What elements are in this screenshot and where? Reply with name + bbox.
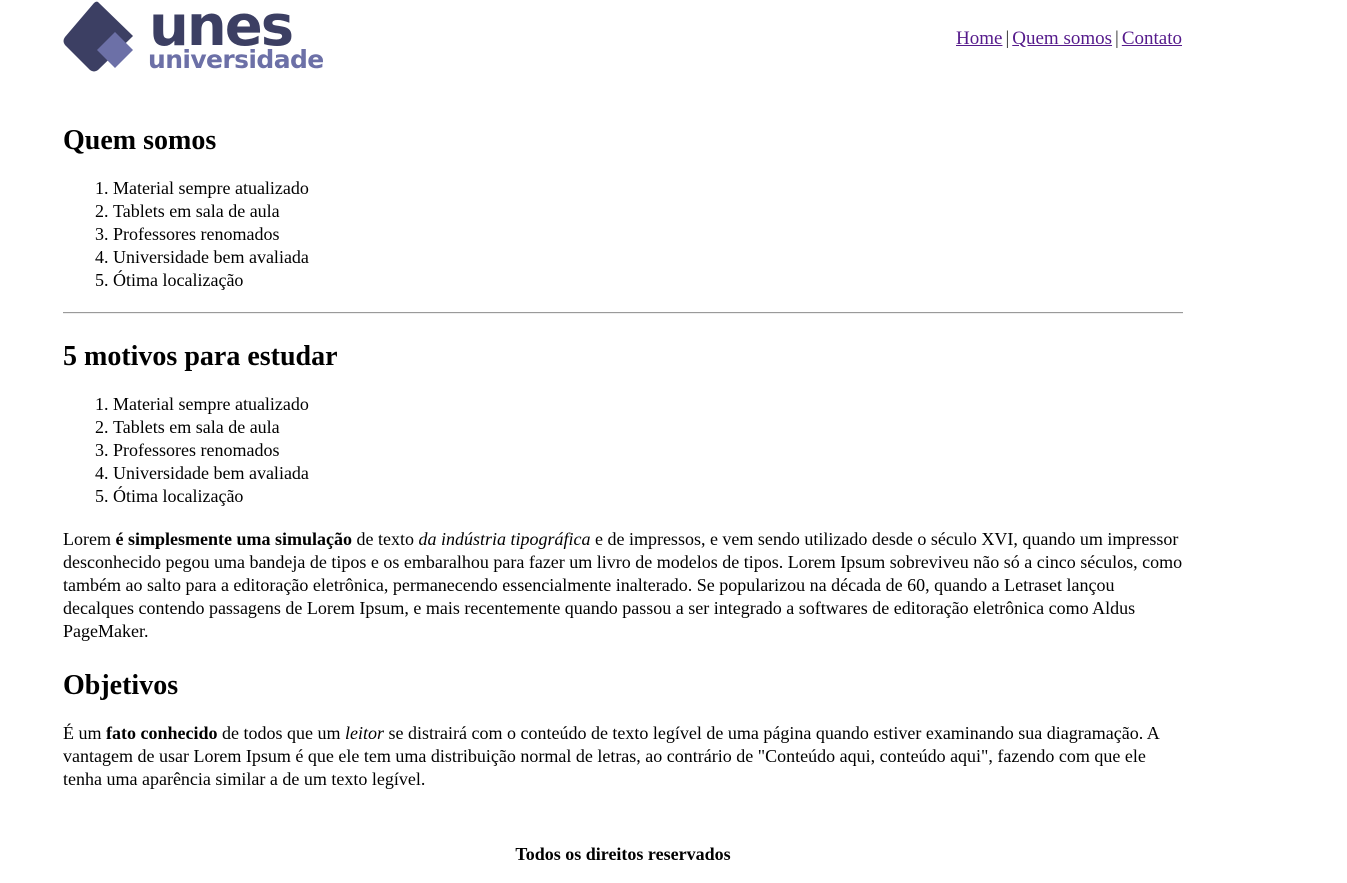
footer-copyright: Todos os direitos reservados: [515, 844, 731, 864]
paragraph-italic-text: da indústria tipográfica: [418, 529, 591, 549]
section-motivos: 5 motivos para estudar Material sempre a…: [63, 314, 1183, 643]
list-item: Tablets em sala de aula: [113, 416, 1183, 439]
paragraph-text: Lorem: [63, 529, 116, 549]
nav-link-quem-somos[interactable]: Quem somos: [1012, 28, 1112, 49]
paragraph-text: de texto: [351, 529, 419, 549]
logo-diamond-dark: [63, 1, 133, 72]
list-item: Professores renomados: [113, 223, 1183, 246]
page: unes universidade Home | Quem somos | Contat…: [63, 0, 1183, 866]
list-item: Universidade bem avaliada: [113, 246, 1183, 269]
nav-separator: |: [1005, 28, 1010, 49]
list-item: Tablets em sala de aula: [113, 200, 1183, 223]
section-quem-somos: Quem somos Material sempre atualizado Ta…: [63, 96, 1183, 292]
paragraph-bold-text: é simplesmente uma simulação: [115, 529, 352, 549]
list-item: Material sempre atualizado: [113, 177, 1183, 200]
nav-separator: |: [1115, 28, 1119, 49]
heading-quem-somos: Quem somos: [63, 125, 217, 156]
paragraph-text: É um: [63, 723, 106, 743]
list-item: Professores renomados: [113, 439, 1183, 462]
site-footer: Todos os direitos reservados: [63, 843, 1183, 866]
list-item: Ótima localização: [113, 269, 1183, 292]
list-item: Material sempre atualizado: [113, 393, 1183, 416]
heading-objetivos: Objetivos: [63, 670, 179, 701]
nav-link-home[interactable]: Home: [956, 28, 1002, 49]
logo-diamond-icon: [63, 1, 133, 72]
list-quem-somos: Material sempre atualizado Tablets em sa…: [63, 177, 1183, 292]
logo-graphic: unes universidade: [63, 0, 324, 74]
paragraph-objetivos: É um fato conhecido de todos que um leit…: [63, 722, 1183, 791]
main-nav: Home | Quem somos | Contato: [956, 27, 1182, 51]
list-item: Ótima localização: [113, 485, 1183, 508]
nav-link-contato[interactable]: Contato: [1122, 28, 1182, 49]
list-item: Universidade bem avaliada: [113, 462, 1183, 485]
paragraph-italic-text: leitor: [345, 723, 384, 743]
logo-word-bottom: universidade: [148, 45, 324, 74]
section-objetivos: Objetivos É um fato conhecido de todos q…: [63, 643, 1183, 791]
list-motivos: Material sempre atualizado Tablets em sa…: [63, 393, 1183, 508]
unes-logo[interactable]: unes universidade: [63, 0, 333, 74]
heading-motivos: 5 motivos para estudar: [63, 341, 338, 372]
paragraph-bold-text: fato conhecido: [106, 723, 218, 743]
paragraph-text: de todos que um: [217, 723, 345, 743]
paragraph-motivos: Lorem é simplesmente uma simulação de te…: [63, 528, 1183, 643]
site-header: unes universidade Home | Quem somos | Contat…: [63, 0, 1183, 96]
